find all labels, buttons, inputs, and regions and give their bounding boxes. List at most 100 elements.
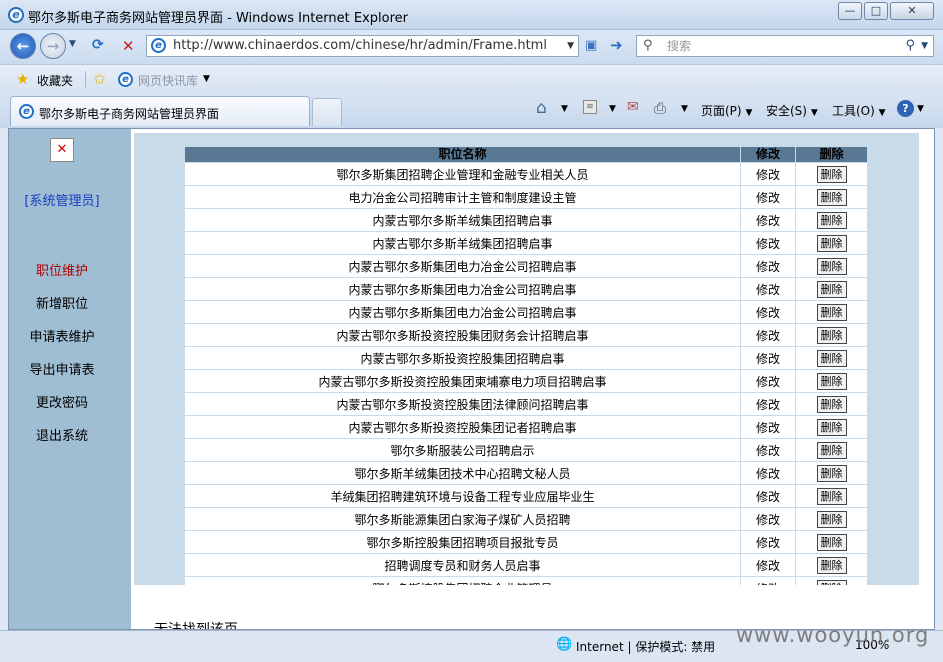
search-icon: ⚲: [643, 38, 653, 53]
home-dropdown-icon[interactable]: ▼: [561, 104, 568, 114]
delete-button[interactable]: 删除: [816, 326, 847, 344]
go-icon[interactable]: ➜: [610, 36, 623, 54]
job-title-cell: 内蒙古鄂尔多斯投资控股集团招聘启事: [184, 346, 741, 370]
feeds-dropdown-icon[interactable]: ▼: [609, 104, 616, 114]
edit-link[interactable]: 修改: [740, 530, 796, 554]
edit-link[interactable]: 修改: [740, 277, 796, 301]
delete-cell: 删除: [795, 576, 868, 585]
print-dropdown-icon[interactable]: ▼: [681, 104, 688, 114]
url-text: http://www.chinaerdos.com/chinese/hr/adm…: [173, 38, 547, 53]
tab-icon: e: [19, 104, 34, 119]
add-favorite-icon[interactable]: ✩: [93, 70, 106, 88]
delete-button[interactable]: 删除: [816, 303, 847, 321]
web-slice-dropdown-icon[interactable]: ▼: [203, 74, 210, 84]
compatibility-view-icon[interactable]: ▣: [585, 38, 597, 53]
new-tab-button[interactable]: [312, 98, 342, 126]
edit-link[interactable]: 修改: [740, 254, 796, 278]
table-row: 电力冶金公司招聘审计主管和制度建设主管 修改 删除: [184, 185, 868, 209]
tab-active[interactable]: e 鄂尔多斯电子商务网站管理员界面: [10, 96, 310, 126]
edit-link[interactable]: 修改: [740, 231, 796, 255]
delete-button[interactable]: 删除: [816, 349, 847, 367]
job-title-cell: 鄂尔多斯能源集团白家海子煤矿人员招聘: [184, 507, 741, 531]
delete-button[interactable]: 删除: [816, 372, 847, 390]
nav-export-applications[interactable]: 导出申请表: [9, 359, 115, 378]
delete-button[interactable]: 删除: [816, 280, 847, 298]
address-input[interactable]: e http://www.chinaerdos.com/chinese/hr/a…: [146, 35, 579, 57]
help-dropdown-icon[interactable]: ▼: [917, 104, 924, 114]
web-slice-gallery-link[interactable]: 网页快讯库: [138, 72, 198, 89]
frame-error-text: 无法找到该页: [154, 622, 238, 630]
table-row: 招聘调度专员和财务人员启事 修改 删除: [184, 553, 868, 577]
feeds-icon[interactable]: ≋: [583, 100, 597, 114]
edit-link[interactable]: 修改: [740, 323, 796, 347]
job-title-cell: 鄂尔多斯控股集团招聘企业管理员: [184, 576, 741, 585]
maximize-button[interactable]: □: [864, 2, 888, 20]
search-options-icon[interactable]: ▼: [921, 36, 928, 56]
edit-link[interactable]: 修改: [740, 438, 796, 462]
nav-application-maintenance[interactable]: 申请表维护: [9, 326, 115, 345]
edit-link[interactable]: 修改: [740, 553, 796, 577]
delete-button[interactable]: 删除: [816, 556, 847, 574]
table-row: 内蒙古鄂尔多斯投资控股集团柬埔寨电力项目招聘启事 修改 删除: [184, 369, 868, 393]
delete-cell: 删除: [795, 530, 868, 554]
job-title-cell: 内蒙古鄂尔多斯投资控股集团柬埔寨电力项目招聘启事: [184, 369, 741, 393]
delete-button[interactable]: 删除: [816, 441, 847, 459]
edit-link[interactable]: 修改: [740, 576, 796, 585]
delete-button[interactable]: 删除: [816, 418, 847, 436]
nav-change-password[interactable]: 更改密码: [9, 392, 115, 411]
delete-button[interactable]: 删除: [816, 165, 847, 183]
header-delete: 删除: [795, 146, 868, 163]
history-dropdown-icon[interactable]: ▼: [69, 39, 76, 49]
address-toolbar: ← → ▼ ⟳ ✕ e http://www.chinaerdos.com/ch…: [0, 30, 943, 64]
edit-link[interactable]: 修改: [740, 346, 796, 370]
delete-button[interactable]: 删除: [816, 211, 847, 229]
job-list-frame: 职位名称 修改 删除 鄂尔多斯集团招聘企业管理和金融专业相关人员 修改 删除 电力冶金…: [134, 133, 919, 585]
edit-link[interactable]: 修改: [740, 461, 796, 485]
edit-link[interactable]: 修改: [740, 507, 796, 531]
edit-link[interactable]: 修改: [740, 185, 796, 209]
edit-link[interactable]: 修改: [740, 392, 796, 416]
stop-icon[interactable]: ✕: [122, 37, 135, 55]
search-input[interactable]: ⚲ 搜索 ⚲ ▼: [636, 35, 934, 57]
security-zone-text: Internet | 保护模式: 禁用: [576, 640, 716, 654]
edit-link[interactable]: 修改: [740, 208, 796, 232]
forward-button[interactable]: →: [40, 33, 66, 59]
address-dropdown-icon[interactable]: ▼: [567, 36, 574, 56]
close-window-button[interactable]: ✕: [890, 2, 934, 20]
web-slice-icon: e: [118, 72, 133, 87]
edit-link[interactable]: 修改: [740, 162, 796, 186]
tools-menu[interactable]: 工具(O) ▼: [832, 102, 886, 119]
favorites-button[interactable]: 收藏夹: [37, 72, 73, 89]
table-row: 鄂尔多斯羊绒集团技术中心招聘文秘人员 修改 删除: [184, 461, 868, 485]
help-icon[interactable]: ?: [897, 100, 914, 117]
delete-button[interactable]: 删除: [816, 510, 847, 528]
minimize-button[interactable]: —: [838, 2, 862, 20]
window-title: 鄂尔多斯电子商务网站管理员界面 - Windows Internet Explo…: [28, 11, 408, 26]
read-mail-icon[interactable]: ✉: [627, 99, 639, 115]
search-go-icon[interactable]: ⚲: [905, 36, 915, 56]
page-menu[interactable]: 页面(P) ▼: [701, 102, 752, 119]
home-icon[interactable]: ⌂: [536, 98, 547, 118]
nav-logout[interactable]: 退出系统: [9, 425, 115, 444]
page-menu-label: 页面(P): [701, 104, 742, 118]
table-row: 内蒙古鄂尔多斯投资控股集团招聘启事 修改 删除: [184, 346, 868, 370]
edit-link[interactable]: 修改: [740, 300, 796, 324]
nav-add-job[interactable]: 新增职位: [9, 293, 115, 312]
delete-button[interactable]: 删除: [816, 395, 847, 413]
delete-button[interactable]: 删除: [816, 533, 847, 551]
back-button[interactable]: ←: [10, 33, 36, 59]
edit-link[interactable]: 修改: [740, 415, 796, 439]
print-icon[interactable]: ⎙: [654, 99, 666, 117]
nav-job-maintenance[interactable]: 职位维护: [9, 260, 115, 279]
delete-button[interactable]: 删除: [816, 487, 847, 505]
delete-button[interactable]: 删除: [816, 188, 847, 206]
edit-link[interactable]: 修改: [740, 484, 796, 508]
page-menu-arrow-icon: ▼: [745, 108, 753, 118]
delete-button[interactable]: 删除: [816, 257, 847, 275]
refresh-icon[interactable]: ⟳: [92, 37, 104, 53]
safety-menu[interactable]: 安全(S) ▼: [766, 102, 818, 119]
delete-button[interactable]: 删除: [816, 579, 847, 585]
delete-button[interactable]: 删除: [816, 464, 847, 482]
delete-button[interactable]: 删除: [816, 234, 847, 252]
edit-link[interactable]: 修改: [740, 369, 796, 393]
